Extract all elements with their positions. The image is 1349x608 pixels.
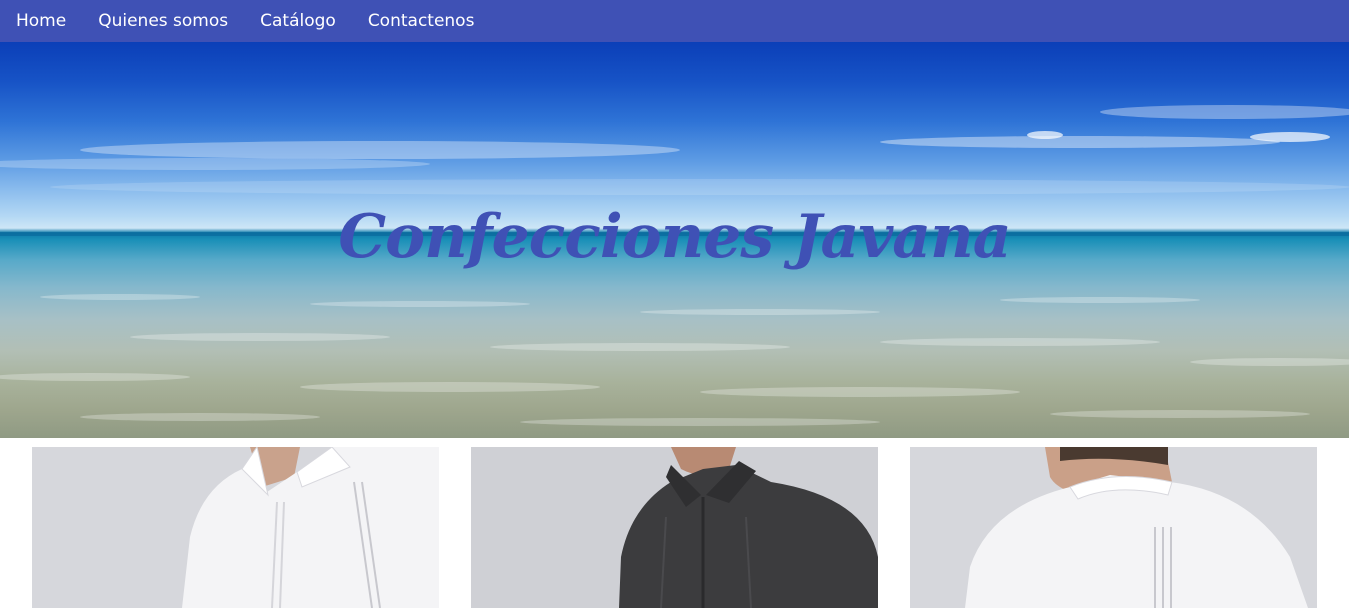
nav-link-catalogo[interactable]: Catálogo [244,0,352,42]
top-navbar: Home Quienes somos Catálogo Contactenos [0,0,1349,42]
product-image-white-front [32,447,439,608]
nav-link-home[interactable]: Home [0,0,82,42]
product-card-1[interactable] [32,447,439,608]
product-image-black-front [471,447,878,608]
product-card-2[interactable] [471,447,878,608]
product-image-white-back [910,447,1317,608]
product-card-3[interactable] [910,447,1317,608]
hero-title: Confecciones Javana [338,202,1011,272]
nav-link-contactenos[interactable]: Contactenos [352,0,491,42]
nav-link-quienes-somos[interactable]: Quienes somos [82,0,244,42]
hero-banner: Confecciones Javana [0,42,1349,438]
